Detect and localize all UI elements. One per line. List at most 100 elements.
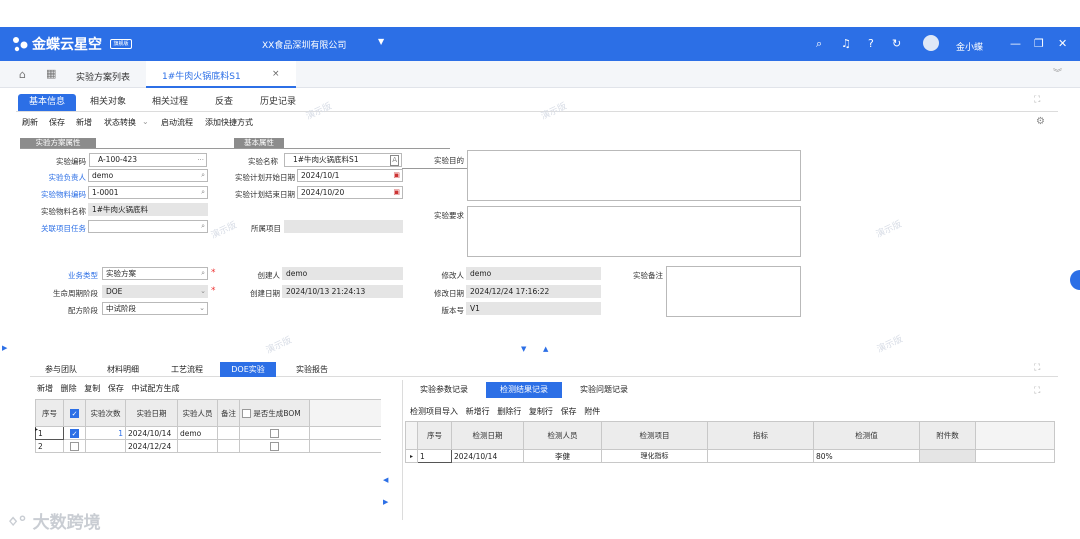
delete-row-button[interactable]: 删除: [61, 384, 77, 393]
cell-person[interactable]: demo: [177, 426, 218, 440]
calendar-icon[interactable]: ▣: [393, 187, 400, 198]
pilot-formula-button[interactable]: 中试配方生成: [132, 384, 180, 393]
cell-date[interactable]: 2024/10/14: [451, 449, 524, 463]
import-items-button[interactable]: 检测项目导入: [410, 407, 458, 416]
tab-doe[interactable]: DOE实验: [220, 362, 276, 377]
subtab-history[interactable]: 历史记录: [252, 94, 304, 111]
chevron-down-icon[interactable]: ⌄: [200, 285, 206, 298]
close-icon[interactable]: ✕: [1058, 37, 1067, 50]
col-select-all[interactable]: ✓: [63, 399, 86, 427]
collapse-down-icon[interactable]: ▼: [521, 345, 526, 353]
material-code-field[interactable]: 1-0001 ⌕: [88, 186, 208, 199]
phase-select[interactable]: 中试阶段 ⌄: [102, 302, 208, 315]
owner-field[interactable]: demo ⌕: [88, 169, 208, 182]
status-transition-button[interactable]: 状态转换: [104, 117, 136, 128]
side-panel-handle[interactable]: [1070, 270, 1080, 290]
collapse-up-icon[interactable]: ▲: [543, 345, 548, 353]
search-icon[interactable]: ⌕: [201, 268, 205, 279]
tab-param-records[interactable]: 实验参数记录: [414, 382, 474, 398]
checkbox-icon[interactable]: ✓: [70, 428, 79, 438]
cell-person[interactable]: 李健: [523, 449, 602, 463]
delete-line-button[interactable]: 删除行: [497, 407, 521, 416]
cell-check[interactable]: ✓: [63, 426, 86, 440]
table-row[interactable]: 1 ✓ 1 2024/10/14 demo: [35, 426, 381, 440]
add-row-button[interactable]: 新增: [37, 384, 53, 393]
copy-line-button[interactable]: 复制行: [529, 407, 553, 416]
cell-count[interactable]: 1: [85, 426, 126, 440]
tab-active-document[interactable]: 1#牛肉火锅底料S1 ×: [146, 61, 296, 88]
gear-icon[interactable]: ⚙: [1036, 116, 1045, 127]
cell-person[interactable]: [177, 439, 218, 453]
subtab-basic[interactable]: 基本信息: [18, 94, 76, 111]
copy-row-button[interactable]: 复制: [84, 384, 100, 393]
fullscreen-icon[interactable]: ⛶: [1034, 363, 1040, 373]
dropdown-icon[interactable]: ⌄: [142, 117, 149, 126]
start-flow-button[interactable]: 启动流程: [161, 117, 193, 128]
new-button[interactable]: 新增: [76, 117, 92, 128]
user-name[interactable]: 金小蝶: [956, 40, 983, 53]
table-row[interactable]: ▸ 1 2024/10/14 李健 理化指标 80%: [405, 449, 1055, 463]
cell-check[interactable]: [63, 439, 86, 453]
cell-date[interactable]: 2024/12/24: [125, 439, 178, 453]
tab-test-results[interactable]: 检测结果记录: [486, 382, 562, 398]
lifecycle-field[interactable]: DOE ⌄: [102, 285, 208, 298]
multilang-icon[interactable]: A: [390, 155, 399, 166]
save-row-button[interactable]: 保存: [108, 384, 124, 393]
name-field[interactable]: 1#牛肉火锅底料S1 A: [284, 153, 402, 167]
expand-left-icon[interactable]: ▶: [2, 344, 7, 352]
tab-process[interactable]: 工艺流程: [156, 362, 218, 377]
checkbox-icon[interactable]: [242, 408, 251, 418]
biz-type-field[interactable]: 实验方案 ⌕: [102, 267, 208, 280]
attachment-button[interactable]: 附件: [584, 407, 600, 416]
cell-value[interactable]: 80%: [813, 449, 920, 463]
caret-down-icon[interactable]: ▼: [378, 37, 384, 46]
checkbox-icon[interactable]: [70, 441, 79, 451]
task-field[interactable]: ⌕: [88, 220, 208, 233]
chevron-down-icon[interactable]: ⌄: [199, 303, 205, 314]
checkbox-icon[interactable]: ✓: [70, 408, 79, 418]
avatar[interactable]: [923, 35, 939, 51]
refresh-icon[interactable]: ↻: [892, 37, 901, 50]
cell-no[interactable]: 1: [417, 449, 452, 463]
tab-experiment-list[interactable]: 实验方案列表: [76, 70, 130, 83]
cell-bom[interactable]: [239, 426, 310, 440]
tab-report[interactable]: 实验报告: [282, 362, 342, 377]
search-icon[interactable]: ⌕: [816, 37, 822, 51]
end-date-field[interactable]: 2024/10/20 ▣: [297, 186, 403, 199]
code-field[interactable]: A-100-423 ···: [89, 153, 207, 167]
cell-bom[interactable]: [239, 439, 310, 453]
home-icon[interactable]: ⌂: [19, 68, 26, 81]
tab-materials[interactable]: 材料明细: [96, 362, 150, 377]
tab-team[interactable]: 参与团队: [30, 362, 92, 377]
add-line-button[interactable]: 新增行: [466, 407, 490, 416]
checkbox-icon[interactable]: [270, 428, 279, 438]
cell-no[interactable]: 1: [35, 426, 64, 440]
tab-issue-records[interactable]: 实验问题记录: [574, 382, 634, 398]
subtab-reverse[interactable]: 反查: [206, 94, 242, 111]
help-icon[interactable]: ?: [868, 37, 874, 50]
minimize-icon[interactable]: —: [1010, 37, 1021, 50]
note-textarea[interactable]: [666, 266, 801, 317]
chevron-down-icon[interactable]: ︾: [1053, 66, 1062, 79]
tab-close-icon[interactable]: ×: [272, 69, 280, 79]
refresh-button[interactable]: 刷新: [22, 117, 38, 128]
restore-icon[interactable]: ❐: [1034, 37, 1044, 50]
start-date-field[interactable]: 2024/10/1 ▣: [297, 169, 403, 182]
subtab-related-objects[interactable]: 相关对象: [82, 94, 134, 111]
cell-no[interactable]: 2: [35, 439, 64, 453]
purpose-textarea[interactable]: [467, 150, 801, 201]
cell-attachments[interactable]: [919, 449, 976, 463]
cell-date[interactable]: 2024/10/14: [125, 426, 178, 440]
checkbox-icon[interactable]: [270, 441, 279, 451]
cell-note[interactable]: [217, 426, 240, 440]
fullscreen-icon[interactable]: ⛶: [1034, 95, 1040, 105]
fullscreen-icon[interactable]: ⛶: [1034, 386, 1040, 396]
cell-index[interactable]: [707, 449, 814, 463]
save-button[interactable]: 保存: [49, 117, 65, 128]
arrow-left-icon[interactable]: ◀: [383, 476, 388, 484]
grid-icon[interactable]: ▦: [46, 67, 56, 80]
subtab-related-process[interactable]: 相关过程: [144, 94, 196, 111]
company-selector[interactable]: XX食品深圳有限公司: [262, 38, 346, 51]
calendar-icon[interactable]: ▣: [393, 170, 400, 181]
table-row[interactable]: 2 2024/12/24: [35, 439, 381, 453]
